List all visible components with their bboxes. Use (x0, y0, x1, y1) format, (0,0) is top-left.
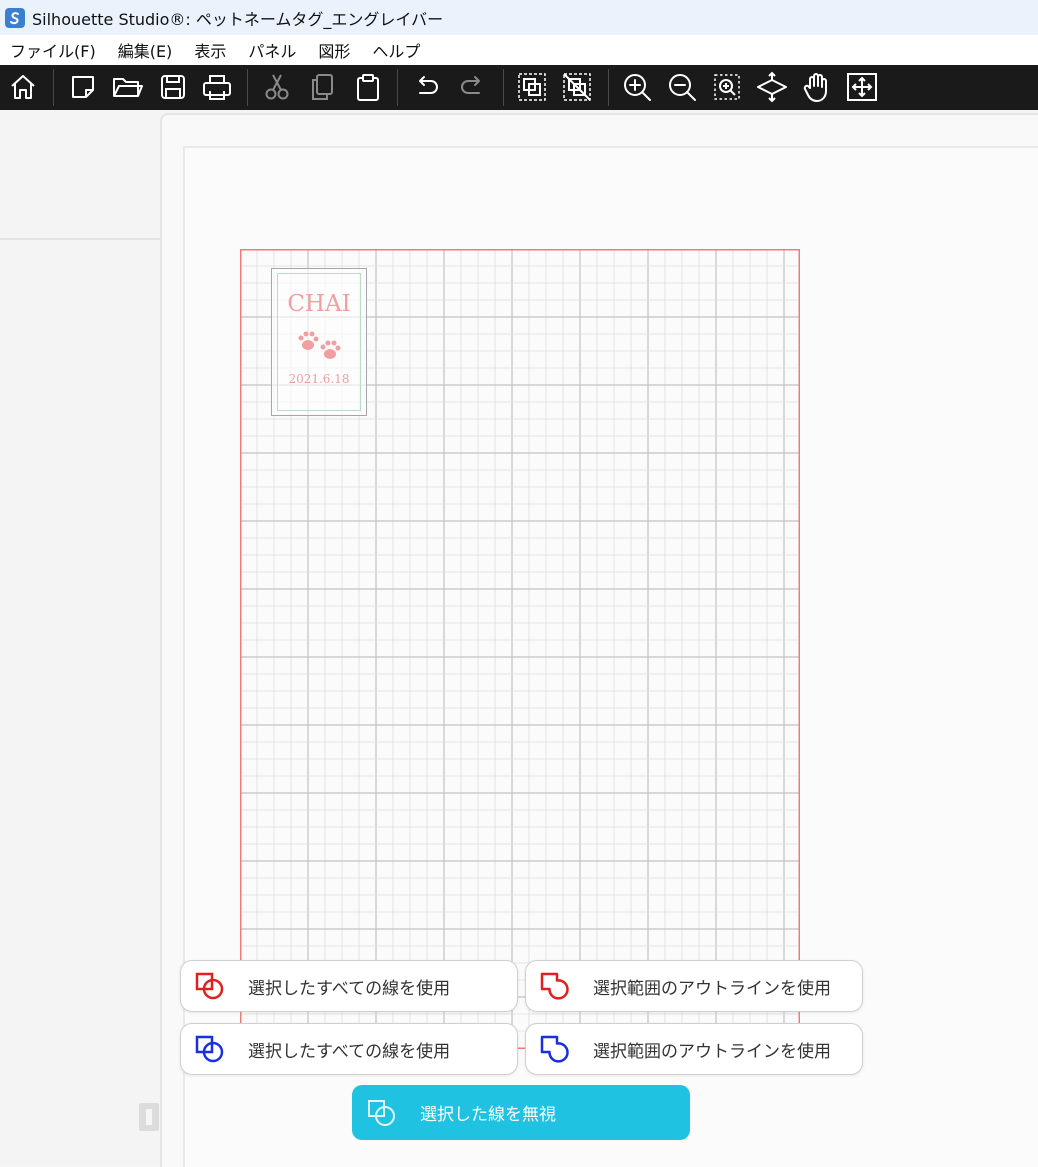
fit-to-page-icon[interactable] (844, 69, 880, 105)
ungroup-icon[interactable] (559, 69, 595, 105)
zoom-in-icon[interactable] (619, 69, 655, 105)
cut-icon[interactable] (259, 69, 295, 105)
red-outline-icon (540, 972, 569, 1000)
paste-icon[interactable] (350, 69, 386, 105)
date-text: 2021.6.18 (288, 372, 350, 386)
toolbar (0, 65, 1038, 110)
panel-collapse-handle[interactable] (139, 1103, 159, 1131)
red-outline-label: 選択範囲のアウトラインを使用 (593, 978, 831, 999)
new-document-icon[interactable] (65, 69, 101, 105)
save-icon[interactable] (155, 69, 191, 105)
zoom-selection-icon[interactable] (709, 69, 745, 105)
name-tag-design[interactable]: CHAI 2021.6.18 (271, 268, 367, 416)
blue-all-lines-label: 選択したすべての線を使用 (248, 1041, 451, 1062)
blue-outline-icon (540, 1035, 569, 1063)
silhouette-app-icon (5, 7, 25, 28)
ignore-lines-icon (368, 1099, 395, 1126)
blue-outline-button[interactable]: 選択範囲のアウトラインを使用 (525, 1023, 863, 1075)
red-line-overlap-icon (195, 972, 224, 1000)
copy-icon[interactable] (304, 69, 340, 105)
zoom-out-icon[interactable] (664, 69, 700, 105)
menu-bar: ファイル(F) 編集(E) 表示 パネル 図形 ヘルプ (0, 35, 1038, 65)
toolbar-separator (503, 69, 504, 106)
toolbar-separator (53, 69, 54, 106)
left-panel-divider (0, 238, 160, 240)
group-icon[interactable] (514, 69, 550, 105)
red-all-lines-button[interactable]: 選択したすべての線を使用 (180, 960, 518, 1012)
red-all-lines-label: 選択したすべての線を使用 (248, 978, 451, 999)
blue-outline-label: 選択範囲のアウトラインを使用 (593, 1041, 831, 1062)
ignore-lines-label: 選択した線を無視 (420, 1105, 556, 1125)
menu-help[interactable]: ヘルプ (372, 38, 420, 62)
menu-panel[interactable]: パネル (248, 38, 296, 62)
red-outline-button[interactable]: 選択範囲のアウトラインを使用 (525, 960, 863, 1012)
menu-shape[interactable]: 図形 (318, 38, 350, 62)
hand-icon[interactable] (799, 69, 835, 105)
menu-file[interactable]: ファイル(F) (10, 38, 96, 62)
toolbar-separator (247, 69, 248, 106)
redo-icon[interactable] (454, 69, 490, 105)
pan-view-icon[interactable] (754, 69, 790, 105)
open-folder-icon[interactable] (109, 69, 145, 105)
menu-view[interactable]: 表示 (194, 38, 226, 62)
home-icon[interactable] (5, 69, 41, 105)
blue-all-lines-button[interactable]: 選択したすべての線を使用 (180, 1023, 518, 1075)
window-title: Silhouette Studio®: ペットネームタグ_エングレイバー (32, 9, 444, 29)
pet-name-text: CHAI (287, 291, 351, 317)
ignore-lines-button[interactable]: 選択した線を無視 (352, 1085, 690, 1140)
undo-icon[interactable] (409, 69, 445, 105)
print-icon[interactable] (199, 69, 235, 105)
blue-line-overlap-icon (195, 1035, 224, 1063)
paw-print-icon (298, 331, 341, 359)
title-bar: Silhouette Studio®: ペットネームタグ_エングレイバー (0, 0, 1038, 35)
menu-edit[interactable]: 編集(E) (118, 38, 173, 62)
toolbar-separator (397, 69, 398, 106)
toolbar-separator (608, 69, 609, 106)
